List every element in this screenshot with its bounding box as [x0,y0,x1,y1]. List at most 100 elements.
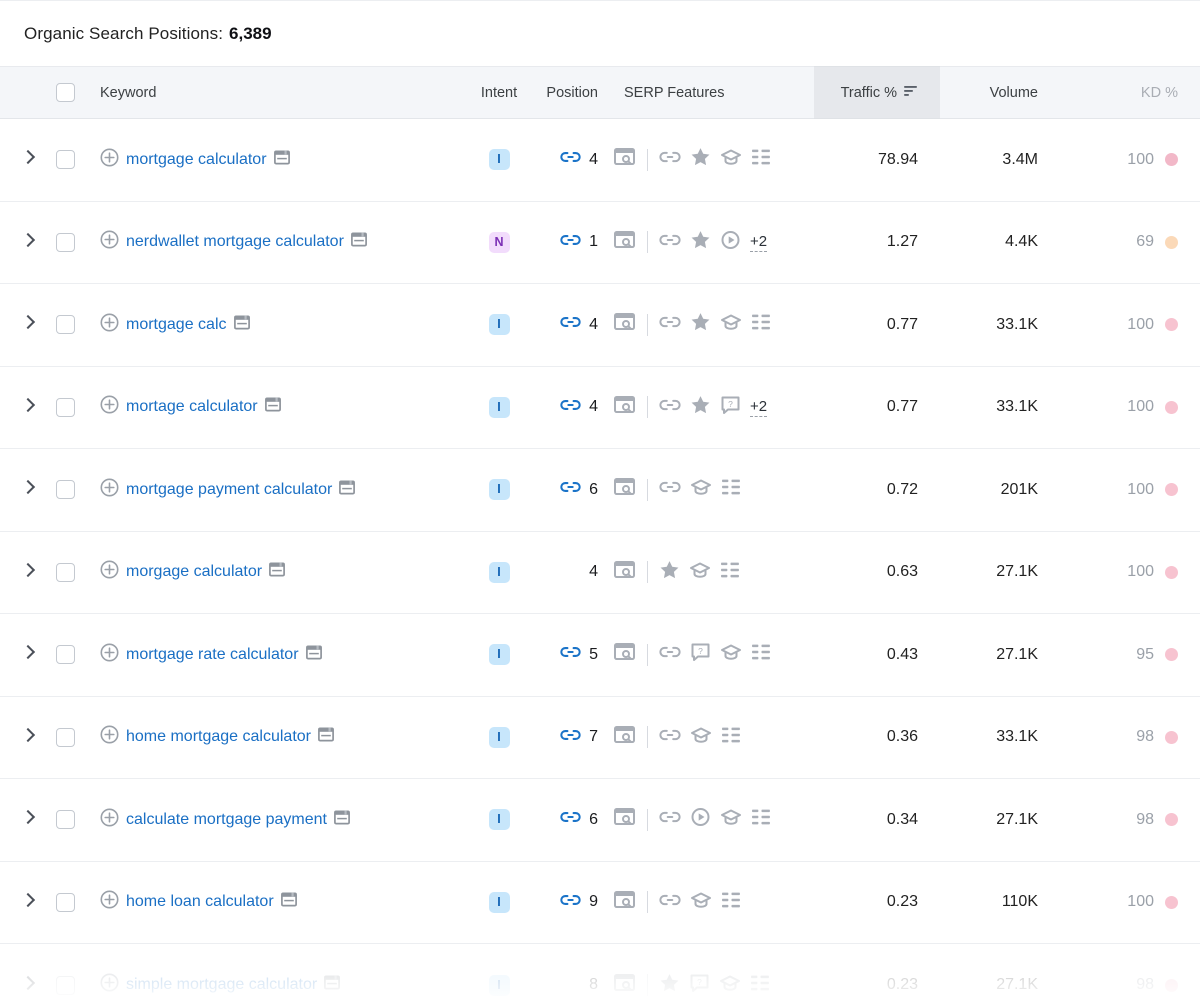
sitelinks-icon[interactable] [659,395,681,420]
search-preview-icon[interactable] [614,477,636,502]
table-row[interactable]: home loan calculator I 9 0.23 110K 100 [0,861,1200,944]
intent-badge[interactable]: N [488,231,510,253]
serp-snapshot-icon[interactable] [264,397,281,417]
knowledge-panel-icon[interactable] [719,973,741,998]
search-preview-icon[interactable] [614,973,636,998]
row-select-cell[interactable] [56,119,100,202]
keyword-link[interactable]: nerdwallet mortgage calculator [126,233,344,251]
featured-snippet-list-icon[interactable] [751,642,772,667]
row-checkbox[interactable] [56,810,75,830]
search-preview-icon[interactable] [614,230,636,255]
video-icon[interactable] [720,230,741,255]
keyword-link[interactable]: home mortgage calculator [126,728,311,746]
faq-icon[interactable]: ? [720,395,741,420]
add-keyword-icon[interactable] [100,478,119,502]
search-preview-icon[interactable] [614,890,636,915]
row-expand-cell[interactable] [0,531,56,614]
reviews-star-icon[interactable] [659,560,680,585]
row-checkbox[interactable] [56,315,75,335]
reviews-star-icon[interactable] [690,230,711,255]
featured-snippet-list-icon[interactable] [751,807,772,832]
add-keyword-icon[interactable] [100,560,119,584]
knowledge-panel-icon[interactable] [690,890,712,915]
table-row[interactable]: mortgage calc I 4 0.77 33.1K 100 [0,283,1200,367]
row-select-cell[interactable] [56,861,100,944]
row-select-cell[interactable] [56,696,100,779]
row-checkbox[interactable] [56,397,75,417]
row-checkbox[interactable] [56,727,75,747]
serp-snapshot-icon[interactable] [233,315,250,335]
featured-snippet-list-icon[interactable] [751,312,772,337]
add-keyword-icon[interactable] [100,395,119,419]
row-select-cell[interactable] [56,614,100,697]
sitelinks-icon[interactable] [659,807,681,832]
serp-snapshot-icon[interactable] [273,150,290,170]
position-link-icon[interactable] [560,891,581,914]
sitelinks-icon[interactable] [659,725,681,750]
position-link-icon[interactable] [560,313,581,336]
row-expand-cell[interactable] [0,284,56,367]
reviews-star-icon[interactable] [690,312,711,337]
intent-badge[interactable]: I [488,974,510,996]
sitelinks-icon[interactable] [659,147,681,172]
chevron-right-icon[interactable] [19,726,37,744]
table-row[interactable]: home mortgage calculator I 7 0.36 33.1K … [0,696,1200,779]
position-link-icon[interactable] [560,478,581,501]
row-checkbox[interactable] [56,892,75,912]
serp-snapshot-icon[interactable] [318,727,334,747]
knowledge-panel-icon[interactable] [720,642,742,667]
serp-snapshot-icon[interactable] [339,480,356,500]
more-serp-features-badge[interactable]: +2 [750,398,768,417]
header-volume[interactable]: Volume [940,66,1058,119]
sitelinks-icon[interactable] [659,890,681,915]
search-preview-icon[interactable] [614,807,636,832]
sort-desc-icon[interactable] [904,85,918,101]
position-link-icon[interactable] [560,231,581,254]
serp-snapshot-icon[interactable] [280,892,297,912]
sitelinks-icon[interactable] [659,230,681,255]
row-expand-cell[interactable] [0,861,56,944]
chevron-right-icon[interactable] [19,974,37,992]
add-keyword-icon[interactable] [100,230,119,254]
keyword-link[interactable]: mortgage payment calculator [126,481,332,499]
position-link-icon[interactable] [560,148,581,171]
keyword-link[interactable]: morgage calculator [126,563,262,581]
sitelinks-icon[interactable] [659,642,681,667]
featured-snippet-list-icon[interactable] [720,560,741,585]
row-checkbox[interactable] [56,975,75,995]
row-checkbox[interactable] [56,480,75,500]
intent-badge[interactable]: I [488,314,510,336]
search-preview-icon[interactable] [614,560,636,585]
search-preview-icon[interactable] [614,147,636,172]
keyword-link[interactable]: home loan calculator [126,893,274,911]
intent-badge[interactable]: I [488,396,510,418]
intent-badge[interactable]: I [488,726,510,748]
table-row[interactable]: mortgage calculator I 4 78.94 3.4M 100 [0,118,1200,202]
position-link-icon[interactable] [560,643,581,666]
chevron-right-icon[interactable] [19,313,37,331]
featured-snippet-list-icon[interactable] [750,973,771,998]
header-position[interactable]: Position [542,66,614,119]
knowledge-panel-icon[interactable] [690,477,712,502]
featured-snippet-list-icon[interactable] [751,147,772,172]
intent-badge[interactable]: I [488,891,510,913]
header-kd[interactable]: KD % [1058,66,1200,119]
intent-badge[interactable]: I [488,644,510,666]
sitelinks-icon[interactable] [659,477,681,502]
sitelinks-icon[interactable] [659,312,681,337]
row-select-cell[interactable] [56,284,100,367]
intent-badge[interactable]: I [488,479,510,501]
chevron-right-icon[interactable] [19,478,37,496]
chevron-right-icon[interactable] [19,808,37,826]
chevron-right-icon[interactable] [19,148,37,166]
reviews-star-icon[interactable] [659,973,680,998]
faq-icon[interactable]: ? [689,973,710,998]
search-preview-icon[interactable] [614,312,636,337]
featured-snippet-list-icon[interactable] [721,477,742,502]
search-preview-icon[interactable] [614,725,636,750]
serp-snapshot-icon[interactable] [334,810,350,830]
add-keyword-icon[interactable] [100,313,119,337]
row-expand-cell[interactable] [0,449,56,532]
row-checkbox[interactable] [56,150,75,170]
keyword-link[interactable]: mortgage calculator [126,151,267,169]
